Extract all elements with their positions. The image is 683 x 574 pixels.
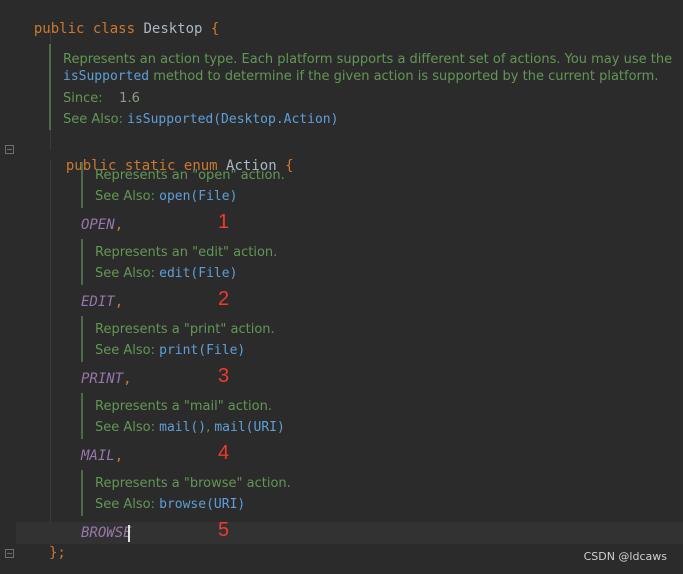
enum-constant-name: EDIT [81,294,115,310]
doc-link[interactable]: mail(URI) [214,420,284,435]
enum-constant-name: OPEN [81,217,115,233]
since-label: Since: [63,91,103,106]
seealso-label: See Also: [63,112,128,127]
doc-link[interactable]: edit(File) [159,266,237,281]
class-doc-line1: Represents an action type. Each platform… [63,52,673,67]
class-javadoc[interactable] [49,44,51,130]
class-doc-since: Since: 1.6 [63,90,140,108]
separator: , [123,371,132,387]
seealso-label: See Also: [95,189,160,204]
constant-javadoc[interactable] [81,393,83,439]
doc-link[interactable]: print(File) [159,343,245,358]
indent-guide [50,160,51,545]
annotation-number: 1 [218,211,230,233]
keyword-class: class [92,21,136,37]
fold-toggle-icon[interactable] [5,145,14,154]
open-brace: { [210,21,220,37]
class-declaration[interactable]: public class Desktop { [17,2,220,38]
constant-doc-text: Represents an "open" action. [95,168,285,183]
fold-end-icon[interactable] [5,549,14,558]
separator: , [114,448,124,464]
doc-link[interactable]: open(File) [159,189,237,204]
separator: , [114,294,124,310]
constant-doc-text: Represents a "browse" action. [95,476,291,491]
constant-javadoc[interactable] [81,470,83,516]
keyword-public: public [33,21,85,37]
seealso-label: See Also: [95,420,160,435]
constant-doc-seealso: See Also: print(File) [95,342,245,360]
since-value: 1.6 [119,91,140,106]
class-doc-line2: isSupported method to determine if the g… [63,68,658,86]
enum-constant-line[interactable]: PRINT, [81,370,132,388]
separator: , [114,217,124,233]
seealso-label: See Also: [95,497,160,512]
enum-constant-name: BROWSE [81,525,132,541]
enum-constant-line[interactable]: OPEN, [81,216,123,234]
constant-javadoc[interactable] [81,239,83,285]
constant-doc-seealso: See Also: open(File) [95,188,237,206]
doc-link-issupported[interactable]: isSupported [63,69,149,84]
constant-doc-text: Represents a "mail" action. [95,399,272,414]
constant-doc-seealso: See Also: edit(File) [95,265,237,283]
class-doc-seealso: See Also: isSupported(Desktop.Action) [63,111,338,129]
enum-constant-line[interactable]: BROWSE [81,524,132,542]
enum-constant-line[interactable]: MAIL, [81,447,123,465]
editor-gutter [0,0,16,574]
open-brace: { [285,158,294,174]
enum-constant-line[interactable]: EDIT, [81,293,123,311]
seealso-label: See Also: [95,266,160,281]
annotation-number: 3 [218,365,230,387]
class-doc-line2-text: method to determine if the given action … [149,69,659,84]
annotation-number: 2 [218,288,230,310]
constant-doc-text: Represents an "edit" action. [95,245,278,260]
enum-close[interactable]: }; [49,544,66,562]
doc-link[interactable]: browse(URI) [159,497,245,512]
class-name: Desktop [143,21,203,37]
constant-doc-seealso: See Also: browse(URI) [95,496,245,514]
annotation-number: 4 [218,442,230,464]
constant-doc-seealso: See Also: mail(), mail(URI) [95,419,285,437]
enum-constant-name: MAIL [81,448,115,464]
close-brace: }; [49,545,66,561]
constant-doc-text: Represents a "print" action. [95,322,275,337]
annotation-number: 5 [218,519,230,541]
constant-javadoc[interactable] [81,162,83,208]
constant-javadoc[interactable] [81,316,83,362]
text-caret [128,525,130,542]
enum-constant-name: PRINT [81,371,124,387]
doc-link[interactable]: mail() [159,420,206,435]
watermark: CSDN @ldcaws [583,550,667,563]
doc-link-issupported-action[interactable]: isSupported(Desktop.Action) [127,112,338,127]
seealso-label: See Also: [95,343,160,358]
